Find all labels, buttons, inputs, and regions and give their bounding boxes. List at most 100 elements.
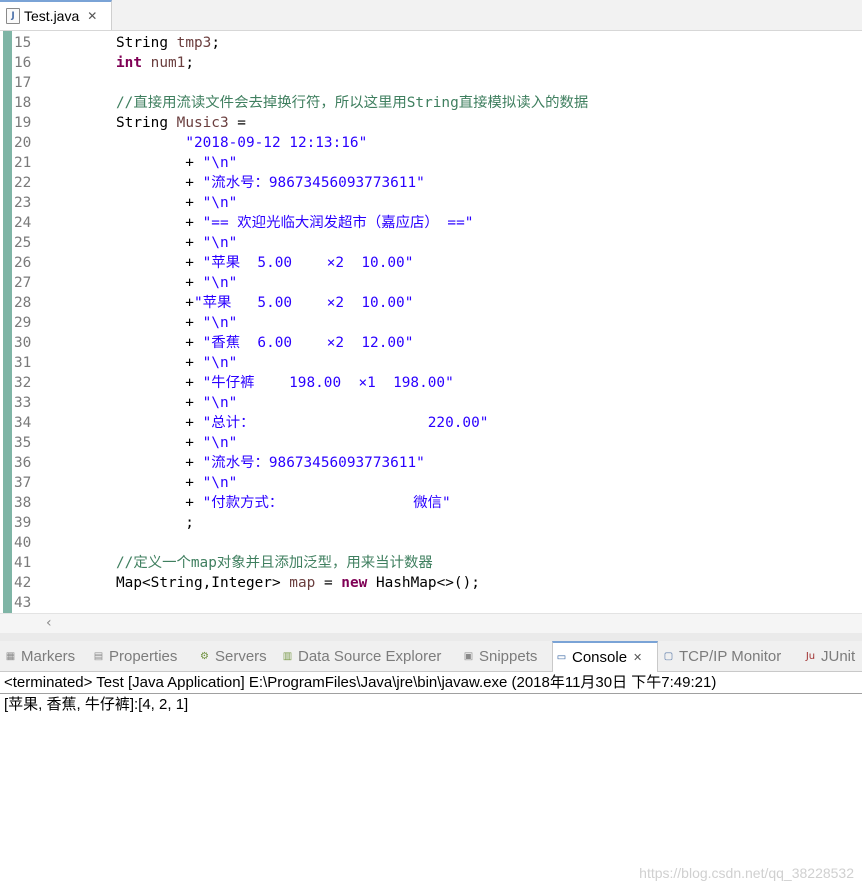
code-token: "2018-09-12 12:13:16" (185, 135, 368, 151)
code-text: + "\n" (116, 313, 237, 333)
view-tab-bar: ▦ Markers ▤ Properties ⚙ Servers ▥ Data Source … (0, 641, 862, 672)
code-text: "2018-09-12 12:13:16" (116, 133, 367, 153)
code-token: + (116, 215, 203, 231)
code-text: + "== 欢迎光临大润发超市（嘉应店） ==" (116, 213, 473, 233)
line-number: 36 (14, 455, 32, 471)
horizontal-scrollbar[interactable]: ‹ (0, 613, 862, 634)
code-line: 40 (0, 533, 862, 553)
line-number: 31 (14, 355, 32, 371)
console-icon: ▭ (556, 652, 567, 663)
line-number: 28 (14, 295, 32, 311)
view-tab-console[interactable]: ▭ Console ✕ (552, 641, 658, 672)
code-token: "== 欢迎光临大润发超市（嘉应店） ==" (202, 215, 474, 231)
view-tab-tcp-ip-monitor[interactable]: ▢ TCP/IP Monitor (660, 641, 802, 671)
code-line: 20 "2018-09-12 12:13:16" (0, 133, 862, 153)
junit-icon: Ju (805, 650, 816, 662)
line-number: 39 (14, 515, 32, 531)
view-tab-properties[interactable]: ▤ Properties (90, 641, 194, 671)
code-token: "牛仔裤 198.00 ×1 198.00" (202, 375, 454, 391)
code-token: + (116, 255, 203, 271)
snippets-icon: ▣ (463, 650, 474, 662)
view-tab-label: TCP/IP Monitor (679, 647, 782, 665)
code-line: 36 + "流水号：98673456093773611" (0, 453, 862, 473)
code-token: "\n" (202, 395, 238, 411)
console-status: <terminated> Test [Java Application] E:\… (4, 674, 717, 691)
code-token: "流水号：98673456093773611" (202, 455, 425, 471)
line-number: 30 (14, 335, 32, 351)
line-number: 16 (14, 55, 32, 71)
code-line: 19 String Music3 = (0, 113, 862, 133)
code-token: + (116, 195, 203, 211)
line-number: 34 (14, 415, 32, 431)
code-token: "\n" (202, 275, 238, 291)
code-text: + "\n" (116, 353, 237, 373)
line-number: 25 (14, 235, 32, 251)
code-text: + "付款方式： 微信" (116, 493, 450, 513)
code-line: 27 + "\n" (0, 273, 862, 293)
line-number: 21 (14, 155, 32, 171)
line-number: 43 (14, 595, 32, 611)
view-tab-markers[interactable]: ▦ Markers (2, 641, 88, 671)
line-number: 17 (14, 75, 32, 91)
data-source-icon: ▥ (282, 650, 293, 662)
view-tab-label: Servers (215, 647, 267, 665)
line-number: 35 (14, 435, 32, 451)
code-token: //定义一个map对象并且添加泛型，用来当计数器 (116, 555, 433, 571)
code-token: + (116, 155, 203, 171)
close-icon[interactable]: ✕ (633, 651, 642, 664)
code-token: "苹果 5.00 ×2 10.00" (202, 255, 414, 271)
view-tab-junit[interactable]: Ju JUnit (802, 641, 862, 671)
code-token: + (116, 455, 203, 471)
view-tab-label: Properties (109, 647, 178, 665)
code-editor[interactable]: 15 String tmp3; 16 int num1; 17 18 //直接用流读文件会去… (0, 31, 862, 613)
code-token: //直接用流读文件会去掉换行符，所以这里用String直接模拟读入的数据 (116, 95, 589, 111)
code-token: + (116, 175, 203, 191)
code-token: + (116, 435, 203, 451)
scroll-left-icon[interactable]: ‹ (46, 614, 52, 632)
view-tab-label: Console (572, 649, 628, 666)
code-text: + "\n" (116, 233, 237, 253)
code-token: + (116, 355, 203, 371)
code-token: + (116, 475, 203, 491)
code-line: 25 + "\n" (0, 233, 862, 253)
properties-icon: ▤ (93, 650, 104, 662)
code-token: new (341, 575, 368, 591)
view-tab-snippets[interactable]: ▣ Snippets (460, 641, 552, 671)
view-tab-label: Snippets (479, 647, 538, 665)
code-token: HashMap<>(); (367, 575, 480, 591)
code-token: ; (211, 35, 220, 51)
line-number: 22 (14, 175, 32, 191)
code-text: + "苹果 5.00 ×2 10.00" (116, 253, 413, 273)
code-line: 31 + "\n" (0, 353, 862, 373)
editor-tab-test-java[interactable]: J Test.java ✕ (0, 0, 112, 30)
line-number: 37 (14, 475, 32, 491)
code-token: "\n" (202, 155, 238, 171)
line-number: 23 (14, 195, 32, 211)
code-token: + (116, 395, 203, 411)
code-token: "总计： 220.00" (202, 415, 489, 431)
code-token: tmp3 (176, 35, 212, 51)
editor-tab-bar: J Test.java ✕ (0, 0, 862, 31)
code-text: +"苹果 5.00 ×2 10.00" (116, 293, 413, 313)
code-line: 30 + "香蕉 6.00 ×2 12.00" (0, 333, 862, 353)
code-token: "苹果 5.00 ×2 10.00" (193, 295, 414, 311)
code-token: Map<String,Integer> (116, 575, 290, 591)
code-token: "香蕉 6.00 ×2 12.00" (202, 335, 414, 351)
code-line: 38 + "付款方式： 微信" (0, 493, 862, 513)
close-icon[interactable]: ✕ (87, 9, 97, 23)
code-line: 16 int num1; (0, 53, 862, 73)
panel-sash[interactable] (0, 633, 862, 641)
view-tab-data-source-explorer[interactable]: ▥ Data Source Explorer (279, 641, 459, 671)
code-token: ; (116, 515, 194, 531)
code-line: 18 //直接用流读文件会去掉换行符，所以这里用String直接模拟读入的数据 (0, 93, 862, 113)
view-tab-servers[interactable]: ⚙ Servers (196, 641, 278, 671)
line-number: 29 (14, 315, 32, 331)
code-line: 22 + "流水号：98673456093773611" (0, 173, 862, 193)
java-file-icon: J (6, 8, 20, 24)
code-token: Music3 (176, 115, 229, 131)
code-token: + (116, 275, 203, 291)
code-line: 15 String tmp3; (0, 33, 862, 53)
code-line: 26 + "苹果 5.00 ×2 10.00" (0, 253, 862, 273)
console-output[interactable]: [苹果, 香蕉, 牛仔裤]:[4, 2, 1] (4, 695, 188, 715)
